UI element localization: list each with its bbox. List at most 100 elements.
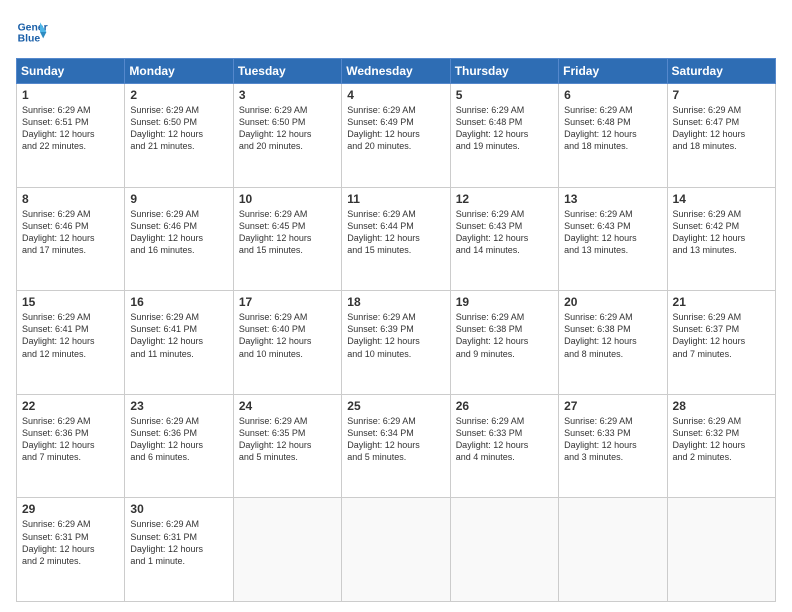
cell-details: Sunrise: 6:29 AM Sunset: 6:46 PM Dayligh… [130, 208, 227, 257]
day-number: 8 [22, 192, 119, 206]
logo-icon: General Blue [16, 16, 48, 48]
table-row: 21 Sunrise: 6:29 AM Sunset: 6:37 PM Dayli… [667, 291, 775, 395]
col-sunday: Sunday [17, 59, 125, 84]
col-tuesday: Tuesday [233, 59, 341, 84]
day-number: 3 [239, 88, 336, 102]
header-row: Sunday Monday Tuesday Wednesday Thursday… [17, 59, 776, 84]
day-number: 2 [130, 88, 227, 102]
table-row: 8 Sunrise: 6:29 AM Sunset: 6:46 PM Daylig… [17, 187, 125, 291]
table-row [667, 498, 775, 602]
cell-details: Sunrise: 6:29 AM Sunset: 6:42 PM Dayligh… [673, 208, 770, 257]
table-row: 27 Sunrise: 6:29 AM Sunset: 6:33 PM Dayli… [559, 394, 667, 498]
calendar-row: 15 Sunrise: 6:29 AM Sunset: 6:41 PM Dayli… [17, 291, 776, 395]
table-row: 5 Sunrise: 6:29 AM Sunset: 6:48 PM Daylig… [450, 84, 558, 188]
day-number: 5 [456, 88, 553, 102]
day-number: 16 [130, 295, 227, 309]
col-friday: Friday [559, 59, 667, 84]
table-row: 11Sunrise: 6:29 AM Sunset: 6:44 PM Dayli… [342, 187, 450, 291]
cell-details: Sunrise: 6:29 AM Sunset: 6:41 PM Dayligh… [130, 311, 227, 360]
table-row: 1Sunrise: 6:29 AM Sunset: 6:51 PM Daylig… [17, 84, 125, 188]
calendar-row: 1Sunrise: 6:29 AM Sunset: 6:51 PM Daylig… [17, 84, 776, 188]
day-number: 24 [239, 399, 336, 413]
col-wednesday: Wednesday [342, 59, 450, 84]
calendar-table: Sunday Monday Tuesday Wednesday Thursday… [16, 58, 776, 602]
table-row [342, 498, 450, 602]
cell-details: Sunrise: 6:29 AM Sunset: 6:47 PM Dayligh… [673, 104, 770, 153]
day-number: 23 [130, 399, 227, 413]
calendar-row: 29Sunrise: 6:29 AM Sunset: 6:31 PM Dayli… [17, 498, 776, 602]
table-row [233, 498, 341, 602]
cell-details: Sunrise: 6:29 AM Sunset: 6:48 PM Dayligh… [456, 104, 553, 153]
table-row: 3 Sunrise: 6:29 AM Sunset: 6:50 PM Daylig… [233, 84, 341, 188]
table-row: 6Sunrise: 6:29 AM Sunset: 6:48 PM Daylig… [559, 84, 667, 188]
table-row: 2 Sunrise: 6:29 AM Sunset: 6:50 PM Daylig… [125, 84, 233, 188]
table-row: 14 Sunrise: 6:29 AM Sunset: 6:42 PM Dayli… [667, 187, 775, 291]
table-row: 12Sunrise: 6:29 AM Sunset: 6:43 PM Dayli… [450, 187, 558, 291]
table-row: 26Sunrise: 6:29 AM Sunset: 6:33 PM Dayli… [450, 394, 558, 498]
cell-details: Sunrise: 6:29 AM Sunset: 6:50 PM Dayligh… [239, 104, 336, 153]
cell-details: Sunrise: 6:29 AM Sunset: 6:50 PM Dayligh… [130, 104, 227, 153]
day-number: 13 [564, 192, 661, 206]
cell-details: Sunrise: 6:29 AM Sunset: 6:36 PM Dayligh… [22, 415, 119, 464]
cell-details: Sunrise: 6:29 AM Sunset: 6:36 PM Dayligh… [130, 415, 227, 464]
table-row: 10 Sunrise: 6:29 AM Sunset: 6:45 PM Dayli… [233, 187, 341, 291]
cell-details: Sunrise: 6:29 AM Sunset: 6:34 PM Dayligh… [347, 415, 444, 464]
col-saturday: Saturday [667, 59, 775, 84]
table-row: 13 Sunrise: 6:29 AM Sunset: 6:43 PM Dayli… [559, 187, 667, 291]
cell-details: Sunrise: 6:29 AM Sunset: 6:44 PM Dayligh… [347, 208, 444, 257]
day-number: 18 [347, 295, 444, 309]
table-row: 24Sunrise: 6:29 AM Sunset: 6:35 PM Dayli… [233, 394, 341, 498]
day-number: 27 [564, 399, 661, 413]
table-row: 22 Sunrise: 6:29 AM Sunset: 6:36 PM Dayli… [17, 394, 125, 498]
day-number: 9 [130, 192, 227, 206]
table-row: 29Sunrise: 6:29 AM Sunset: 6:31 PM Dayli… [17, 498, 125, 602]
cell-details: Sunrise: 6:29 AM Sunset: 6:33 PM Dayligh… [564, 415, 661, 464]
table-row: 28 Sunrise: 6:29 AM Sunset: 6:32 PM Dayli… [667, 394, 775, 498]
cell-details: Sunrise: 6:29 AM Sunset: 6:31 PM Dayligh… [22, 518, 119, 567]
col-thursday: Thursday [450, 59, 558, 84]
cell-details: Sunrise: 6:29 AM Sunset: 6:38 PM Dayligh… [564, 311, 661, 360]
cell-details: Sunrise: 6:29 AM Sunset: 6:31 PM Dayligh… [130, 518, 227, 567]
table-row: 9 Sunrise: 6:29 AM Sunset: 6:46 PM Daylig… [125, 187, 233, 291]
table-row: 30 Sunrise: 6:29 AM Sunset: 6:31 PM Dayli… [125, 498, 233, 602]
day-number: 21 [673, 295, 770, 309]
cell-details: Sunrise: 6:29 AM Sunset: 6:32 PM Dayligh… [673, 415, 770, 464]
day-number: 10 [239, 192, 336, 206]
day-number: 14 [673, 192, 770, 206]
logo: General Blue [16, 16, 52, 48]
cell-details: Sunrise: 6:29 AM Sunset: 6:39 PM Dayligh… [347, 311, 444, 360]
cell-details: Sunrise: 6:29 AM Sunset: 6:38 PM Dayligh… [456, 311, 553, 360]
col-monday: Monday [125, 59, 233, 84]
day-number: 7 [673, 88, 770, 102]
table-row: 7 Sunrise: 6:29 AM Sunset: 6:47 PM Daylig… [667, 84, 775, 188]
calendar-row: 22 Sunrise: 6:29 AM Sunset: 6:36 PM Dayli… [17, 394, 776, 498]
table-row: 20 Sunrise: 6:29 AM Sunset: 6:38 PM Dayli… [559, 291, 667, 395]
cell-details: Sunrise: 6:29 AM Sunset: 6:33 PM Dayligh… [456, 415, 553, 464]
page: General Blue Sunday Monday Tuesday Wedne… [0, 0, 792, 612]
table-row: 15Sunrise: 6:29 AM Sunset: 6:41 PM Dayli… [17, 291, 125, 395]
day-number: 15 [22, 295, 119, 309]
cell-details: Sunrise: 6:29 AM Sunset: 6:37 PM Dayligh… [673, 311, 770, 360]
table-row: 18 Sunrise: 6:29 AM Sunset: 6:39 PM Dayli… [342, 291, 450, 395]
header: General Blue [16, 16, 776, 48]
day-number: 28 [673, 399, 770, 413]
cell-details: Sunrise: 6:29 AM Sunset: 6:49 PM Dayligh… [347, 104, 444, 153]
table-row: 17Sunrise: 6:29 AM Sunset: 6:40 PM Dayli… [233, 291, 341, 395]
day-number: 25 [347, 399, 444, 413]
cell-details: Sunrise: 6:29 AM Sunset: 6:48 PM Dayligh… [564, 104, 661, 153]
svg-text:Blue: Blue [18, 34, 41, 45]
day-number: 22 [22, 399, 119, 413]
table-row: 25 Sunrise: 6:29 AM Sunset: 6:34 PM Dayli… [342, 394, 450, 498]
calendar-row: 8 Sunrise: 6:29 AM Sunset: 6:46 PM Daylig… [17, 187, 776, 291]
day-number: 19 [456, 295, 553, 309]
day-number: 1 [22, 88, 119, 102]
table-row: 23 Sunrise: 6:29 AM Sunset: 6:36 PM Dayli… [125, 394, 233, 498]
table-row [450, 498, 558, 602]
cell-details: Sunrise: 6:29 AM Sunset: 6:46 PM Dayligh… [22, 208, 119, 257]
table-row [559, 498, 667, 602]
day-number: 20 [564, 295, 661, 309]
cell-details: Sunrise: 6:29 AM Sunset: 6:43 PM Dayligh… [564, 208, 661, 257]
cell-details: Sunrise: 6:29 AM Sunset: 6:45 PM Dayligh… [239, 208, 336, 257]
day-number: 17 [239, 295, 336, 309]
day-number: 30 [130, 502, 227, 516]
